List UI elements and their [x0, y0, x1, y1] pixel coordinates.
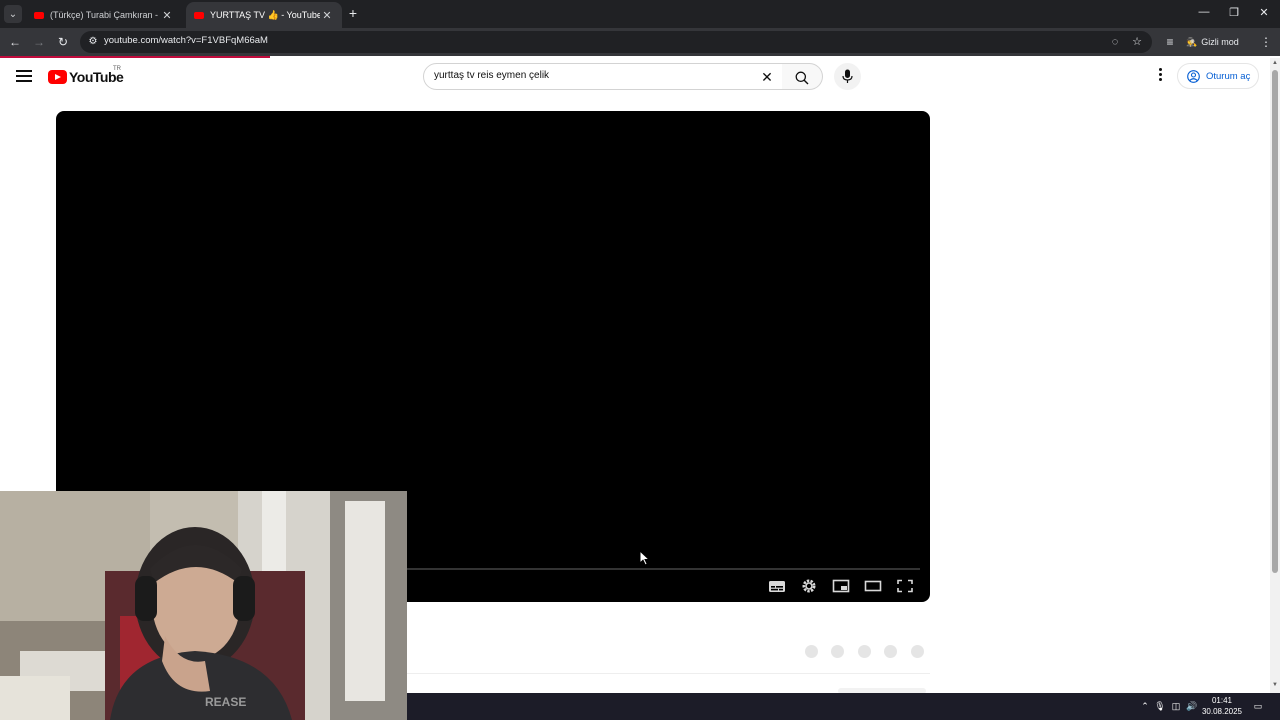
scroll-down-arrow-icon[interactable]: ▼: [1271, 682, 1279, 690]
reading-list-icon[interactable]: ≡: [1162, 34, 1178, 50]
loading-dot: [831, 645, 844, 658]
notifications-icon[interactable]: ▭: [1252, 700, 1264, 712]
tracking-protection-eye-icon[interactable]: ◌: [1108, 35, 1122, 49]
back-arrow-icon[interactable]: ←: [7, 34, 23, 50]
tab-title: YURTTAŞ TV 👍 - YouTube: [210, 9, 320, 20]
system-clock[interactable]: 01:41 30.08.2025: [1200, 695, 1244, 717]
clear-search-icon[interactable]: ✕: [758, 68, 776, 86]
clock-date: 30.08.2025: [1201, 707, 1243, 716]
tab-search-chevron-icon[interactable]: ⌄: [4, 5, 22, 23]
tab-title: (Türkçe) Turabi Çamkıran - Win: [50, 10, 160, 20]
webcam-overlay: REASE: [0, 491, 407, 720]
page-scrollbar-thumb[interactable]: [1272, 70, 1278, 573]
microphone-icon: [842, 69, 853, 83]
restore-window-icon[interactable]: ❐: [1226, 6, 1242, 22]
sign-in-label: Oturum aç: [1206, 70, 1251, 82]
theater-mode-icon[interactable]: [863, 578, 883, 594]
search-field[interactable]: ✕: [423, 63, 783, 90]
youtube-header: YouTube TR ✕ Oturum aç: [0, 58, 1270, 98]
close-window-icon[interactable]: ✕: [1256, 6, 1272, 22]
loading-dot: [884, 645, 897, 658]
incognito-label: Gizli mod: [1201, 37, 1239, 47]
loading-dot: [805, 645, 818, 658]
url-text: youtube.com/watch?v=F1VBFqM66aM: [104, 35, 268, 46]
region-code: TR: [113, 66, 121, 72]
video-progress-bar[interactable]: [406, 568, 920, 570]
subtitles-icon[interactable]: [767, 578, 787, 594]
webcam-feed-image: REASE: [0, 491, 407, 720]
address-bar[interactable]: ⚙ youtube.com/watch?v=F1VBFqM66aM ◌ ☆: [80, 31, 1152, 53]
sign-in-button[interactable]: Oturum aç: [1177, 63, 1259, 89]
new-tab-plus-icon[interactable]: +: [345, 5, 361, 21]
divider: [407, 673, 930, 674]
search-icon: [795, 71, 809, 85]
settings-kebab-icon[interactable]: [1155, 68, 1165, 84]
incognito-icon: 🕵: [1186, 36, 1198, 47]
close-tab-icon[interactable]: ✕: [160, 9, 174, 22]
miniplayer-icon[interactable]: [831, 578, 851, 594]
incognito-indicator[interactable]: 🕵 Gizli mod: [1186, 33, 1239, 51]
reload-icon[interactable]: ↻: [55, 34, 71, 50]
browser-menu-kebab-icon[interactable]: ⋮: [1258, 34, 1274, 50]
search-button[interactable]: [782, 63, 823, 90]
forward-arrow-icon[interactable]: →: [31, 34, 47, 50]
clock-time: 01:41: [1211, 696, 1233, 705]
tab-yurttas-tv[interactable]: YURTTAŞ TV 👍 - YouTube ✕: [186, 2, 342, 28]
search-input[interactable]: [434, 70, 754, 81]
loading-dot: [911, 645, 924, 658]
youtube-play-logo-icon: [48, 70, 67, 84]
scroll-up-arrow-icon[interactable]: ▲: [1271, 60, 1279, 68]
loading-dot: [858, 645, 871, 658]
site-settings-icon[interactable]: ⚙: [86, 35, 100, 49]
fullscreen-icon[interactable]: [895, 578, 915, 594]
youtube-favicon-icon: [194, 11, 204, 19]
minimize-icon[interactable]: —: [1196, 6, 1212, 22]
voice-search-button[interactable]: [834, 63, 861, 90]
show-hidden-icons-chevron-icon[interactable]: ⌃: [1139, 700, 1151, 712]
hamburger-menu-icon[interactable]: [16, 70, 32, 82]
close-tab-icon[interactable]: ✕: [320, 9, 334, 22]
youtube-favicon-icon: [34, 11, 44, 19]
network-icon[interactable]: ◫: [1170, 700, 1182, 712]
mouse-cursor-icon: [639, 550, 651, 566]
browser-toolbar: ← → ↻ ⚙ youtube.com/watch?v=F1VBFqM66aM …: [0, 28, 1280, 56]
tab-turabi[interactable]: (Türkçe) Turabi Çamkıran - Win ✕: [26, 2, 182, 28]
bookmark-star-icon[interactable]: ☆: [1130, 35, 1144, 49]
browser-tab-strip: ⌄ (Türkçe) Turabi Çamkıran - Win ✕ YURTT…: [0, 0, 1280, 28]
microphone-tray-icon[interactable]: 🎙: [1154, 700, 1166, 712]
settings-gear-icon[interactable]: [799, 578, 819, 594]
account-circle-icon: [1187, 69, 1200, 83]
svg-text:REASE: REASE: [205, 695, 246, 709]
volume-icon[interactable]: 🔊: [1186, 700, 1198, 712]
